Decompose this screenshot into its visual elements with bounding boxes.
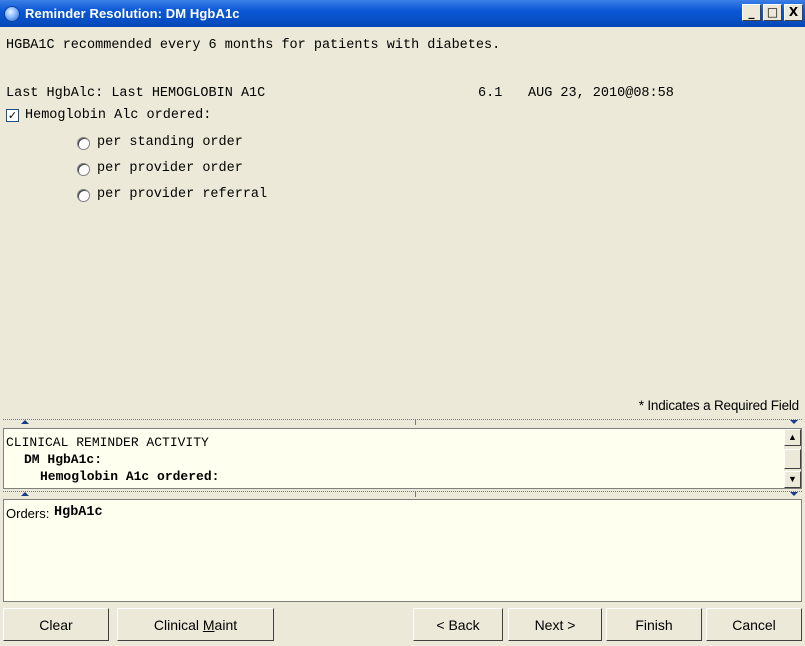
activity-finding: Hemoglobin A1c ordered: [40, 469, 220, 484]
activity-scrollbar[interactable]: ▲ ▼ [784, 429, 801, 488]
clinical-maint-label-accel: M [202, 616, 215, 633]
orders-panel: Orders: HgbA1c [3, 499, 802, 602]
clinical-maint-label-post: aint [214, 616, 238, 633]
last-hgba1c-value: 6.1 [478, 86, 503, 101]
scroll-up-icon[interactable]: ▲ [784, 429, 801, 446]
radio-provider-referral[interactable] [77, 189, 90, 202]
clinical-maint-label-pre: Clinical [153, 616, 203, 633]
reminder-resolution-window: Reminder Resolution: DM HgbA1c _ □ X HGB… [0, 0, 805, 646]
hemoglobin-ordered-label: Hemoglobin Alc ordered: [25, 108, 212, 123]
clear-button[interactable]: Clear [3, 608, 109, 641]
window-title: Reminder Resolution: DM HgbA1c [25, 6, 240, 21]
activity-reminder: DM HgbA1c: [24, 452, 103, 467]
clinical-activity-panel[interactable]: CLINICAL REMINDER ACTIVITY DM HgbA1c: He… [3, 428, 802, 489]
title-bar[interactable]: Reminder Resolution: DM HgbA1c _ □ X [0, 0, 805, 27]
hemoglobin-ordered-checkbox[interactable]: ✓ [6, 109, 19, 122]
radio-provider-referral-label: per provider referral [97, 187, 268, 202]
maximize-button[interactable]: □ [763, 4, 782, 21]
next-button[interactable]: Next > [508, 608, 602, 641]
scroll-down-icon[interactable]: ▼ [784, 471, 801, 488]
last-hgba1c-label: Last HgbAlc: Last HEMOGLOBIN A1C [6, 86, 266, 101]
scroll-thumb[interactable] [784, 449, 801, 469]
clinical-maint-button[interactable]: Clinical Maint [117, 608, 274, 641]
cancel-button[interactable]: Cancel [706, 608, 802, 641]
back-button[interactable]: < Back [413, 608, 503, 641]
splitter-top[interactable] [3, 419, 802, 425]
activity-heading: CLINICAL REMINDER ACTIVITY [6, 435, 209, 450]
splitter-bottom[interactable] [3, 491, 802, 497]
orders-value: HgbA1c [54, 505, 103, 520]
window-controls: _ □ X [742, 4, 803, 21]
radio-standing-order[interactable] [77, 137, 90, 150]
close-button[interactable]: X [784, 4, 803, 21]
radio-provider-order-label: per provider order [97, 161, 243, 176]
recommendation-text: HGBA1C recommended every 6 months for pa… [6, 38, 501, 53]
minimize-button[interactable]: _ [742, 4, 761, 21]
required-field-note: * Indicates a Required Field [638, 398, 799, 413]
splitter2-divider [415, 492, 416, 497]
radio-provider-order[interactable] [77, 163, 90, 176]
splitter2-down-arrow-icon[interactable] [790, 492, 798, 496]
radio-standing-order-label: per standing order [97, 135, 243, 150]
last-hgba1c-date: AUG 23, 2010@08:58 [528, 86, 674, 101]
finish-button[interactable]: Finish [606, 608, 702, 641]
orders-label: Orders: [6, 506, 50, 521]
splitter2-up-arrow-icon[interactable] [21, 492, 29, 496]
app-icon [4, 5, 20, 22]
splitter-down-arrow-icon[interactable] [790, 420, 798, 424]
splitter-up-arrow-icon[interactable] [21, 420, 29, 424]
splitter-divider [415, 420, 416, 425]
